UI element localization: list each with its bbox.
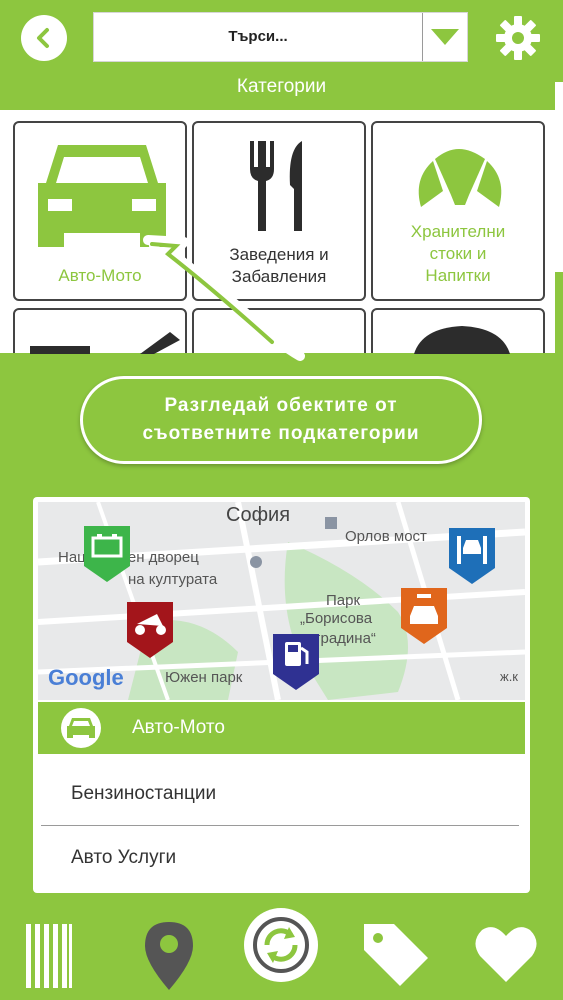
map-label-ndk-2: на културата — [128, 571, 218, 588]
tooltip-line2: съответните подкатегории — [142, 423, 420, 444]
map-label-park-1: Парк — [326, 592, 361, 609]
app-header: Търси... Категории — [0, 0, 563, 110]
map-label-park-2: „Борисова — [300, 610, 373, 627]
location-pin-icon[interactable] — [145, 922, 193, 990]
moto-pin-icon[interactable] — [127, 602, 173, 658]
bottom-nav — [0, 900, 563, 1000]
category-label-line2: стоки и — [429, 244, 487, 263]
category-tile-groceries[interactable]: Хранителни стоки и Напитки — [371, 121, 545, 301]
tutorial-tooltip[interactable]: Разгледай обектите от съответните подкат… — [80, 376, 482, 464]
gear-icon[interactable] — [494, 14, 542, 62]
map-label-jk: ж.к — [500, 669, 518, 684]
category-card: София Орлов мост Национален дворец на ку… — [33, 497, 530, 893]
arrow-pointer-icon — [143, 235, 305, 361]
car-badge-icon — [61, 708, 101, 748]
search-input[interactable]: Търси... — [93, 12, 468, 62]
croissant-icon — [418, 149, 502, 207]
category-label-line1: Хранителни — [410, 222, 506, 241]
triangle-down-icon — [431, 29, 459, 45]
refresh-icon — [253, 917, 309, 973]
map-city-label: София — [226, 504, 291, 526]
map-view[interactable]: София Орлов мост Национален дворец на ку… — [38, 502, 525, 700]
selected-category-row[interactable]: Авто-Мото — [38, 702, 525, 754]
auto-service-pin-icon[interactable] — [401, 588, 447, 644]
selected-category-label: Авто-Мото — [132, 717, 225, 738]
steering-wheel-icon — [414, 326, 510, 354]
search-placeholder: Търси... — [228, 28, 288, 45]
map-label-orlov: Орлов мост — [345, 528, 427, 545]
list-divider — [41, 825, 519, 826]
car-pin-icon[interactable] — [84, 526, 130, 582]
scrollbar-track — [555, 82, 563, 272]
back-button[interactable] — [21, 15, 67, 61]
category-label-line3: Напитки — [425, 266, 491, 285]
tooltip-line1: Разгледай обектите от — [164, 395, 398, 416]
fuel-pin-icon[interactable] — [273, 634, 319, 690]
search-dropdown-button[interactable] — [423, 13, 467, 61]
map-label-south-park: Южен парк — [165, 669, 243, 686]
price-tag-icon[interactable] — [360, 920, 430, 986]
chevron-left-icon — [37, 28, 49, 48]
subcategory-item-auto-services[interactable]: Авто Услуги — [71, 847, 176, 869]
subcategory-item-fuel[interactable]: Бензиностанции — [71, 783, 216, 805]
google-logo: Google — [48, 665, 124, 690]
barcode-icon[interactable] — [26, 924, 72, 988]
map-label-park-3: градина“ — [315, 630, 376, 647]
car-lift-pin-icon[interactable] — [449, 528, 495, 584]
section-title: Категории — [236, 76, 327, 97]
heart-icon[interactable] — [474, 924, 538, 984]
fork-knife-icon — [250, 141, 302, 231]
refresh-button[interactable] — [244, 908, 318, 982]
